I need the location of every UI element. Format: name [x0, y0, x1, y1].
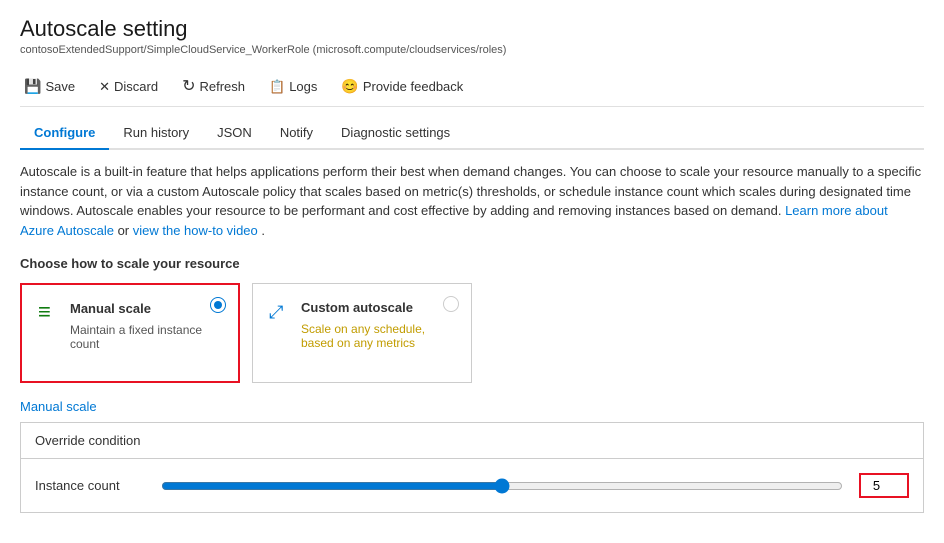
- discard-button[interactable]: Discard: [95, 76, 162, 97]
- tab-notify[interactable]: Notify: [266, 117, 327, 150]
- save-label: Save: [45, 79, 75, 94]
- toolbar: Save Discard Refresh Logs Provide feedba…: [20, 66, 924, 107]
- condition-header: Override condition: [21, 423, 923, 459]
- condition-body: Instance count: [21, 459, 923, 512]
- breadcrumb: contosoExtendedSupport/SimpleCloudServic…: [20, 44, 924, 56]
- manual-scale-icon: [38, 299, 60, 317]
- logs-icon: [269, 78, 285, 95]
- tab-run-history[interactable]: Run history: [109, 117, 203, 150]
- howto-video-link[interactable]: view the how-to video: [133, 223, 258, 238]
- instance-count-slider[interactable]: [161, 478, 843, 494]
- manual-scale-label: Manual scale: [20, 399, 924, 414]
- discard-icon: [99, 78, 110, 95]
- manual-card-desc: Maintain a fixed instance count: [70, 323, 222, 351]
- instance-slider-container: [161, 478, 843, 494]
- tab-configure[interactable]: Configure: [20, 117, 109, 150]
- custom-radio[interactable]: [443, 296, 459, 312]
- save-icon: [24, 78, 41, 95]
- tab-bar: Configure Run history JSON Notify Diagno…: [20, 117, 924, 150]
- tab-diagnostic[interactable]: Diagnostic settings: [327, 117, 464, 150]
- refresh-button[interactable]: Refresh: [178, 74, 249, 98]
- logs-button[interactable]: Logs: [265, 76, 321, 97]
- discard-label: Discard: [114, 79, 158, 94]
- tab-json[interactable]: JSON: [203, 117, 266, 150]
- scale-section-title: Choose how to scale your resource: [20, 256, 924, 271]
- manual-card-title: Manual scale: [70, 301, 151, 316]
- feedback-button[interactable]: Provide feedback: [337, 76, 467, 97]
- instance-count-label: Instance count: [35, 478, 145, 493]
- feedback-label: Provide feedback: [363, 79, 463, 94]
- instance-count-input[interactable]: [859, 473, 909, 498]
- scale-options: Manual scale Maintain a fixed instance c…: [20, 283, 924, 383]
- description-text: Autoscale is a built-in feature that hel…: [20, 162, 924, 240]
- custom-card-title: Custom autoscale: [301, 300, 413, 315]
- refresh-label: Refresh: [199, 79, 245, 94]
- refresh-icon: [182, 76, 195, 96]
- custom-card-header: Custom autoscale: [269, 298, 455, 316]
- page-title: Autoscale setting: [20, 16, 924, 42]
- feedback-icon: [341, 78, 358, 95]
- manual-card-header: Manual scale: [38, 299, 222, 317]
- save-button[interactable]: Save: [20, 76, 79, 97]
- logs-label: Logs: [289, 79, 317, 94]
- custom-autoscale-icon: [269, 298, 291, 316]
- manual-radio[interactable]: [210, 297, 226, 313]
- custom-autoscale-card[interactable]: Custom autoscale Scale on any schedule, …: [252, 283, 472, 383]
- custom-card-desc: Scale on any schedule, based on any metr…: [301, 322, 455, 350]
- condition-box: Override condition Instance count: [20, 422, 924, 513]
- manual-scale-card[interactable]: Manual scale Maintain a fixed instance c…: [20, 283, 240, 383]
